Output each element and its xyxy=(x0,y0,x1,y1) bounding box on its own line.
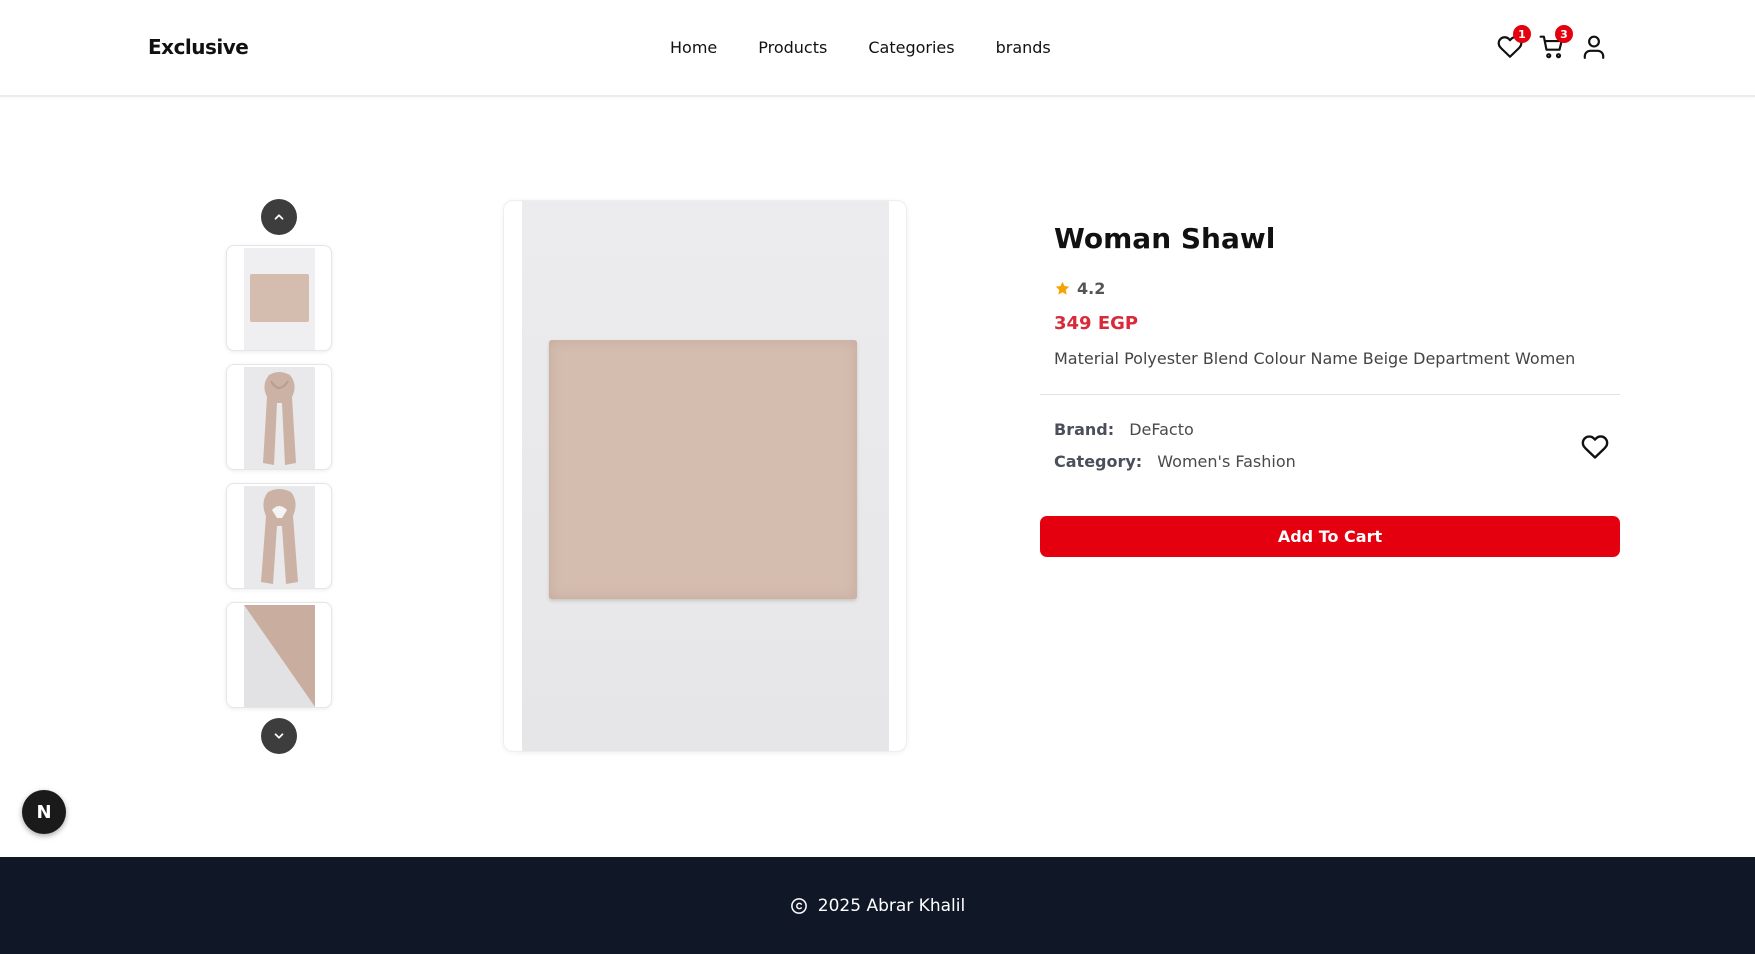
cart-count-badge: 3 xyxy=(1555,25,1573,43)
product-photo xyxy=(522,201,889,751)
add-to-cart-button[interactable]: Add To Cart xyxy=(1040,516,1620,557)
wishlist-count-badge: 1 xyxy=(1513,25,1531,43)
cart-button[interactable]: 3 xyxy=(1539,25,1573,60)
product-description: Material Polyester Blend Colour Name Bei… xyxy=(1054,349,1576,368)
thumbnail-image xyxy=(244,248,315,350)
brand-label: Brand: xyxy=(1054,420,1115,439)
user-icon xyxy=(1583,35,1605,59)
thumbnail-4[interactable] xyxy=(226,602,332,708)
chevron-up-icon xyxy=(274,214,284,220)
category-label: Category: xyxy=(1054,452,1143,471)
nav-link-categories[interactable]: Categories xyxy=(868,38,954,57)
rating-value: 4.2 xyxy=(1077,279,1106,298)
chevron-down-icon xyxy=(274,733,284,739)
star-icon xyxy=(1054,280,1071,297)
product-title: Woman Shawl xyxy=(1054,222,1276,255)
nav-link-brands[interactable]: brands xyxy=(996,38,1051,57)
main-nav: Home Products Categories brands xyxy=(670,38,1051,57)
thumbnail-image xyxy=(244,486,315,588)
product-price: 349 EGP xyxy=(1054,313,1139,334)
nav-link-home[interactable]: Home xyxy=(670,38,717,57)
add-to-wishlist-button[interactable] xyxy=(1581,433,1609,461)
category-row: Category: Women's Fashion xyxy=(1054,452,1296,471)
nav-link-products[interactable]: Products xyxy=(758,38,827,57)
thumb-scroll-up-button[interactable] xyxy=(261,199,297,235)
product-rating: 4.2 xyxy=(1054,279,1105,298)
thumbnail-image xyxy=(244,367,315,469)
category-value: Women's Fashion xyxy=(1157,452,1296,471)
shawl-illustration xyxy=(549,340,857,599)
next-dev-badge[interactable]: N xyxy=(22,790,66,834)
brand-value: DeFacto xyxy=(1129,420,1194,439)
thumbnail-1[interactable] xyxy=(226,245,332,351)
account-button[interactable] xyxy=(1581,34,1607,60)
divider xyxy=(1040,394,1620,395)
site-logo[interactable]: Exclusive xyxy=(148,35,249,59)
thumbnail-image xyxy=(244,605,315,707)
footer-text: 2025 Abrar Khalil xyxy=(817,895,966,916)
main-product-image xyxy=(503,200,907,752)
brand-row: Brand: DeFacto xyxy=(1054,420,1194,439)
navbar: Exclusive Home Products Categories brand… xyxy=(0,0,1755,97)
heart-icon xyxy=(1581,435,1609,459)
footer: 2025 Abrar Khalil xyxy=(0,857,1755,954)
nav-icons: 1 3 xyxy=(1497,25,1607,60)
thumb-scroll-down-button[interactable] xyxy=(261,718,297,754)
thumbnail-3[interactable] xyxy=(226,483,332,589)
wishlist-button[interactable]: 1 xyxy=(1497,25,1531,60)
copyright-icon xyxy=(790,897,807,914)
thumbnail-2[interactable] xyxy=(226,364,332,470)
